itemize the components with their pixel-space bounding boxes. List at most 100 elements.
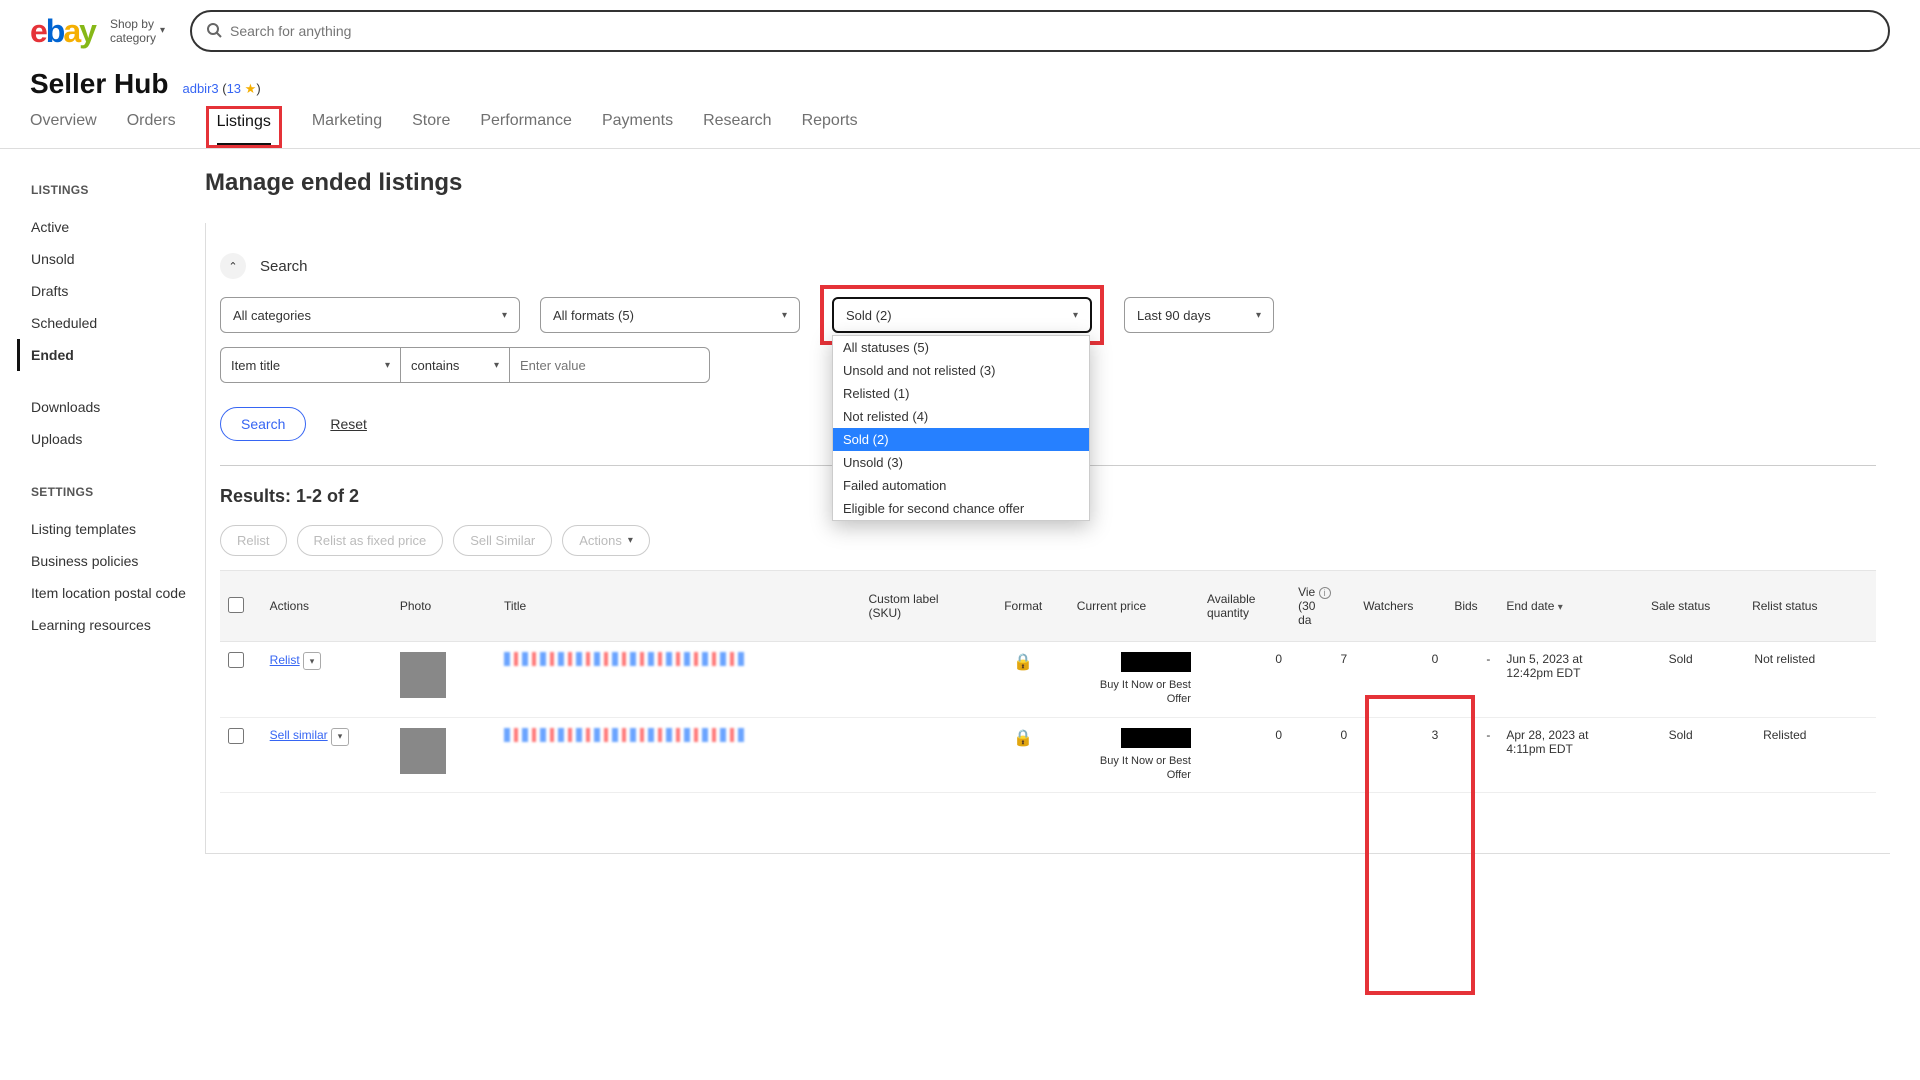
cell-relist-status: Not relisted (1733, 642, 1837, 718)
search-input[interactable] (230, 23, 1874, 39)
filter-date-range[interactable]: Last 90 days▾ (1124, 297, 1274, 333)
status-option[interactable]: Eligible for second chance offer (833, 497, 1089, 520)
chevron-down-icon: ▾ (502, 310, 507, 321)
bulk-actions[interactable]: Actions▾ (562, 525, 650, 556)
status-option[interactable]: Failed automation (833, 474, 1089, 497)
chevron-down-icon: ▾ (1073, 310, 1078, 321)
nav-performance[interactable]: Performance (480, 112, 572, 148)
cell-end-date: Apr 28, 2023 at 4:11pm EDT (1498, 717, 1628, 793)
chevron-down-icon: ▾ (1256, 310, 1261, 321)
nav-listings[interactable]: Listings (217, 113, 271, 145)
row-action-menu[interactable]: ▾ (331, 728, 349, 746)
col-views[interactable]: Vie i(30da (1290, 571, 1355, 642)
nav-orders[interactable]: Orders (127, 112, 176, 148)
reset-link[interactable]: Reset (330, 416, 367, 432)
nav-overview[interactable]: Overview (30, 112, 97, 148)
row-checkbox[interactable] (228, 728, 244, 744)
collapse-toggle[interactable]: ⌃ (220, 253, 246, 279)
col-title: Title (496, 571, 861, 642)
price-redacted (1121, 728, 1191, 748)
nav-marketing[interactable]: Marketing (312, 112, 382, 148)
nav-reports[interactable]: Reports (802, 112, 858, 148)
nav-payments[interactable]: Payments (602, 112, 673, 148)
global-search[interactable] (190, 10, 1890, 52)
global-header: ebay Shop by category ▾ (0, 0, 1920, 62)
table-row: Sell similar ▾ 🔒 Buy It Now or Best Offe… (220, 717, 1876, 793)
cell-bids: - (1446, 642, 1498, 718)
filter-value-input[interactable] (510, 347, 710, 383)
sidebar: LISTINGS ActiveUnsoldDraftsScheduledEnde… (30, 149, 205, 641)
item-title[interactable] (504, 728, 744, 742)
sidebar-item-active[interactable]: Active (31, 211, 205, 243)
info-icon: i (1319, 587, 1331, 599)
col-sku: Custom label (SKU) (861, 571, 978, 642)
sidebar-item-scheduled[interactable]: Scheduled (31, 307, 205, 339)
status-option[interactable]: Unsold and not relisted (3) (833, 359, 1089, 382)
table-row: Relist ▾ 🔒 Buy It Now or Best Offer 0 7 … (220, 642, 1876, 718)
cell-bids: - (1446, 717, 1498, 793)
hub-user[interactable]: adbir3 (13 ★) (182, 81, 260, 97)
status-option[interactable]: Unsold (3) (833, 451, 1089, 474)
chevron-down-icon: ▾ (160, 25, 165, 37)
cell-qty: 0 (1199, 642, 1290, 718)
hub-title: Seller Hub (30, 68, 168, 100)
shop-by-category[interactable]: Shop by category ▾ (110, 17, 165, 46)
main-content: Manage ended listings ⌃ Search All categ… (205, 149, 1890, 894)
sidebar-heading-settings: SETTINGS (31, 485, 205, 499)
col-photo: Photo (392, 571, 496, 642)
status-option[interactable]: Relisted (1) (833, 382, 1089, 405)
sidebar-item-learning-resources[interactable]: Learning resources (31, 609, 205, 641)
filter-format[interactable]: All formats (5)▾ (540, 297, 800, 333)
row-action-link[interactable]: Relist (270, 653, 300, 667)
chevron-down-icon: ▾ (628, 535, 633, 546)
search-button[interactable]: Search (220, 407, 306, 441)
filter-status[interactable]: Sold (2)▾ (832, 297, 1092, 333)
status-dropdown: All statuses (5)Unsold and not relisted … (832, 335, 1090, 521)
cell-qty: 0 (1199, 717, 1290, 793)
price-type: Buy It Now or Best Offer (1077, 754, 1191, 783)
chevron-up-icon: ⌃ (228, 260, 237, 273)
status-option[interactable]: Not relisted (4) (833, 405, 1089, 428)
sidebar-item-uploads[interactable]: Uploads (31, 423, 205, 455)
sidebar-item-listing-templates[interactable]: Listing templates (31, 513, 205, 545)
sidebar-item-item-location-postal-code[interactable]: Item location postal code (31, 577, 205, 609)
col-qty: Available quantity (1199, 571, 1290, 642)
item-title[interactable] (504, 652, 744, 666)
item-thumbnail[interactable] (400, 652, 446, 698)
col-bids: Bids (1446, 571, 1498, 642)
col-actions: Actions (262, 571, 392, 642)
bulk-relist-as-fixed-price[interactable]: Relist as fixed price (297, 525, 444, 556)
nav-research[interactable]: Research (703, 112, 771, 148)
col-end-date[interactable]: End date ▾ (1498, 571, 1628, 642)
cell-end-date: Jun 5, 2023 at 12:42pm EDT (1498, 642, 1628, 718)
filter-field-select[interactable]: Item title▾ (220, 347, 400, 383)
sidebar-item-downloads[interactable]: Downloads (31, 391, 205, 423)
row-action-link[interactable]: Sell similar (270, 728, 328, 742)
chevron-down-icon: ▾ (1558, 602, 1563, 613)
sidebar-item-ended[interactable]: Ended (17, 339, 205, 371)
item-thumbnail[interactable] (400, 728, 446, 774)
nav-store[interactable]: Store (412, 112, 450, 148)
sidebar-item-drafts[interactable]: Drafts (31, 275, 205, 307)
filter-category[interactable]: All categories▾ (220, 297, 520, 333)
price-type: Buy It Now or Best Offer (1077, 678, 1191, 707)
bulk-sell-similar[interactable]: Sell Similar (453, 525, 552, 556)
row-action-menu[interactable]: ▾ (303, 652, 321, 670)
ebay-logo[interactable]: ebay (30, 13, 95, 50)
select-all-checkbox[interactable] (228, 597, 244, 613)
main-nav: Overview Orders Listings Marketing Store Perf… (0, 100, 1920, 149)
col-watchers: Watchers (1355, 571, 1446, 642)
status-option[interactable]: Sold (2) (833, 428, 1089, 451)
filter-operator-select[interactable]: contains▾ (400, 347, 510, 383)
bulk-relist[interactable]: Relist (220, 525, 287, 556)
chevron-down-icon: ▾ (385, 360, 390, 371)
star-icon: ★ (245, 81, 257, 96)
annotation-nav-listings: Listings (206, 106, 282, 148)
sidebar-item-business-policies[interactable]: Business policies (31, 545, 205, 577)
sidebar-item-unsold[interactable]: Unsold (31, 243, 205, 275)
cell-sale-status: Sold (1629, 642, 1733, 718)
sidebar-heading-listings: LISTINGS (31, 183, 205, 197)
row-checkbox[interactable] (228, 652, 244, 668)
page-title: Manage ended listings (205, 169, 1890, 197)
status-option[interactable]: All statuses (5) (833, 336, 1089, 359)
